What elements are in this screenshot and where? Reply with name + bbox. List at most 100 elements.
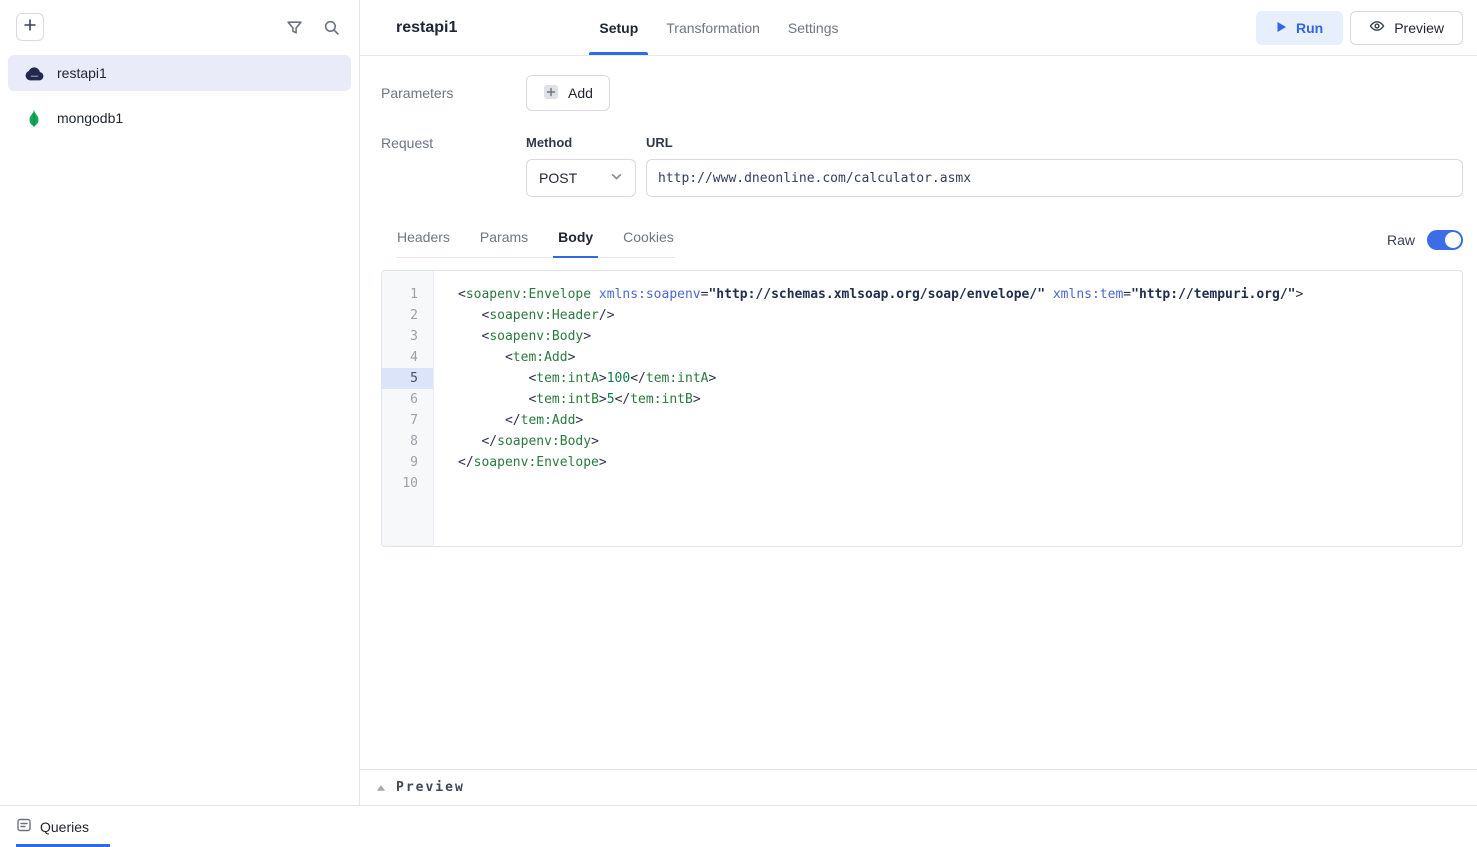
tab-cookies[interactable]: Cookies — [622, 229, 675, 257]
code-token: tem:intA — [646, 371, 709, 386]
code-token: </ — [458, 455, 474, 470]
tab-transformation[interactable]: Transformation — [664, 0, 762, 55]
code-token: xmlns:tem — [1053, 287, 1123, 302]
code-token — [591, 287, 599, 302]
tab-body[interactable]: Body — [557, 229, 594, 257]
code-token — [458, 350, 505, 365]
tab-params[interactable]: Params — [479, 229, 529, 257]
code-token: </ — [481, 434, 497, 449]
raw-toggle[interactable] — [1427, 230, 1463, 250]
code-line[interactable]: <tem:intB>5</tem:intB> — [458, 389, 1462, 410]
sidebar-item-restapi1[interactable]: restapi1 — [8, 55, 351, 91]
code-token — [458, 413, 505, 428]
editor-code[interactable]: <soapenv:Envelope xmlns:soapenv="http://… — [434, 271, 1462, 546]
code-token: > — [599, 392, 607, 407]
filter-icon[interactable] — [282, 15, 306, 39]
header-actions: Run Preview — [1256, 11, 1463, 45]
body-code-editor[interactable]: 12345678910 <soapenv:Envelope xmlns:soap… — [381, 270, 1463, 547]
code-token: "http://tempuri.org/" — [1131, 287, 1295, 302]
code-line[interactable]: <soapenv:Header/> — [458, 305, 1462, 326]
url-input[interactable] — [646, 159, 1463, 197]
search-icon[interactable] — [319, 15, 343, 39]
code-token: tem:Add — [513, 350, 568, 365]
code-token: tem:intB — [536, 392, 599, 407]
parameters-label: Parameters — [381, 85, 526, 101]
line-number: 2 — [382, 305, 433, 326]
chevron-down-icon — [610, 170, 623, 186]
method-select[interactable]: POST — [526, 159, 636, 197]
code-token: "http://schemas.xmlsoap.org/soap/envelop… — [708, 287, 1045, 302]
code-token: > — [591, 434, 599, 449]
code-token: > — [693, 392, 701, 407]
setup-content: Parameters Add Request Method — [360, 56, 1477, 769]
run-button-label: Run — [1296, 20, 1323, 36]
parameters-row: Parameters Add — [381, 75, 1463, 111]
url-field-group: URL — [646, 135, 1463, 197]
tab-setup[interactable]: Setup — [597, 0, 640, 55]
sidebar-item-mongodb1[interactable]: mongodb1 — [8, 100, 351, 136]
code-token: > — [599, 455, 607, 470]
line-number: 9 — [382, 452, 433, 473]
main-tabs: Setup Transformation Settings — [597, 0, 840, 55]
queries-tab[interactable]: Queries — [16, 817, 89, 836]
code-line[interactable] — [458, 473, 1462, 494]
tab-headers[interactable]: Headers — [396, 229, 451, 257]
code-token — [458, 392, 528, 407]
url-label: URL — [646, 135, 1463, 151]
caret-up-icon — [376, 779, 386, 797]
line-number: 4 — [382, 347, 433, 368]
run-button[interactable]: Run — [1256, 11, 1343, 45]
code-token: < — [505, 350, 513, 365]
request-row: Request Method POST URL — [381, 135, 1463, 197]
line-number: 10 — [382, 473, 433, 494]
code-token: < — [458, 287, 466, 302]
add-parameter-button[interactable]: Add — [526, 75, 610, 111]
method-value: POST — [539, 170, 577, 186]
code-token: soapenv:Envelope — [474, 455, 599, 470]
code-token: > — [709, 371, 717, 386]
code-token: > — [568, 350, 576, 365]
code-line[interactable]: </soapenv:Envelope> — [458, 452, 1462, 473]
query-title: restapi1 — [396, 19, 457, 37]
code-line[interactable]: <tem:intA>100</tem:intA> — [458, 368, 1462, 389]
code-line[interactable]: <tem:Add> — [458, 347, 1462, 368]
preview-collapse-bar[interactable]: Preview — [360, 769, 1477, 805]
plus-icon — [23, 18, 37, 37]
add-entity-button[interactable] — [16, 13, 44, 41]
code-token: soapenv:Body — [489, 329, 583, 344]
sidebar-toolbar — [0, 0, 359, 53]
code-token: </ — [505, 413, 521, 428]
code-token: tem:intA — [536, 371, 599, 386]
method-label: Method — [526, 135, 636, 151]
main-header: restapi1 Setup Transformation Settings R… — [360, 0, 1477, 56]
rest-api-icon — [22, 66, 46, 81]
entity-list: restapi1 mongodb1 — [0, 53, 359, 138]
bottom-bar: Queries — [0, 805, 1477, 847]
code-token: 100 — [607, 371, 630, 386]
tab-settings[interactable]: Settings — [786, 0, 841, 55]
line-number: 7 — [382, 410, 433, 431]
preview-button-label: Preview — [1394, 20, 1444, 36]
preview-button[interactable]: Preview — [1350, 11, 1463, 45]
method-field-group: Method POST — [526, 135, 636, 197]
body-tabs: Headers Params Body Cookies — [396, 229, 675, 258]
code-line[interactable]: </soapenv:Body> — [458, 431, 1462, 452]
app-window: restapi1 mongodb1 restapi1 Setup Transfo… — [0, 0, 1477, 847]
entity-label: restapi1 — [57, 65, 107, 81]
queries-label: Queries — [40, 819, 89, 835]
request-label: Request — [381, 135, 526, 151]
code-line[interactable]: </tem:Add> — [458, 410, 1462, 431]
code-token: 5 — [607, 392, 615, 407]
raw-toggle-group: Raw — [1387, 230, 1463, 258]
code-token: </ — [630, 371, 646, 386]
code-token — [1045, 287, 1053, 302]
code-token: </ — [615, 392, 631, 407]
toggle-knob — [1445, 232, 1461, 248]
code-token: /> — [599, 308, 615, 323]
code-line[interactable]: <soapenv:Body> — [458, 326, 1462, 347]
code-token: soapenv:Envelope — [466, 287, 591, 302]
code-token: > — [583, 329, 591, 344]
preview-panel-label: Preview — [396, 780, 465, 795]
code-line[interactable]: <soapenv:Envelope xmlns:soapenv="http://… — [458, 284, 1462, 305]
line-number: 5 — [382, 368, 433, 389]
